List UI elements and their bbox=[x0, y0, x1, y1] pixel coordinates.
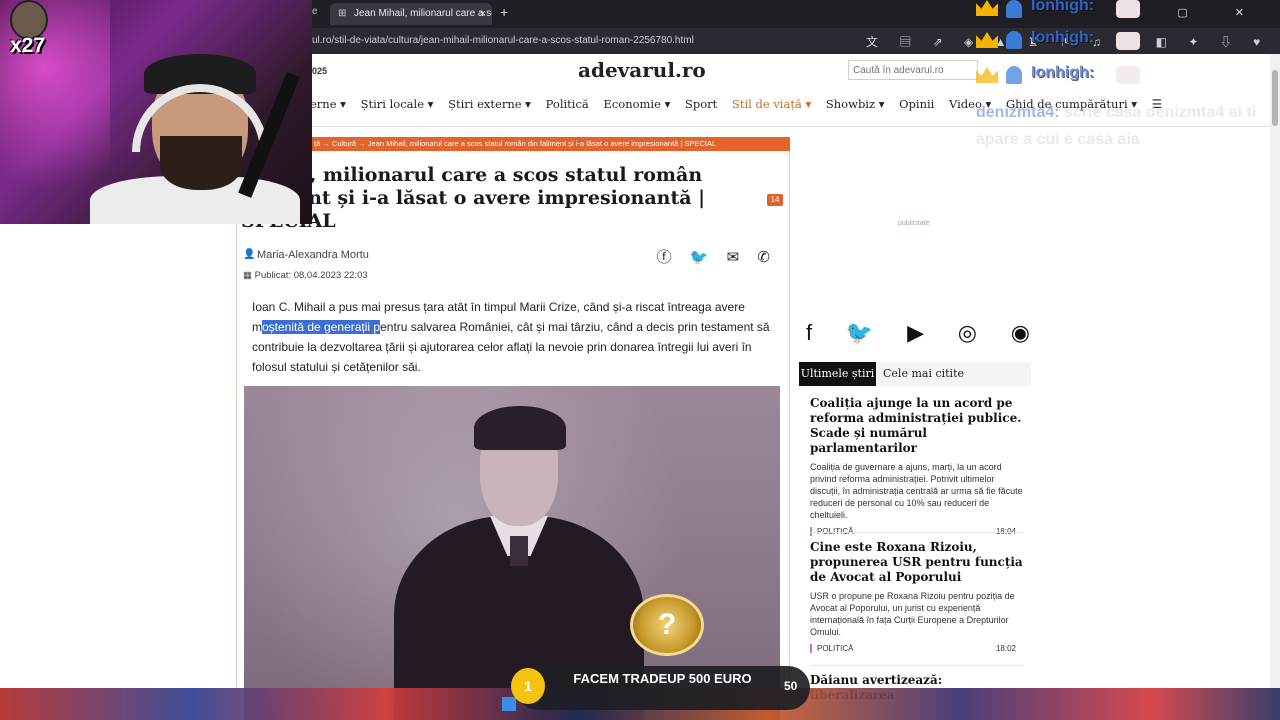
nav-item-economie[interactable]: Economie ▾ bbox=[603, 97, 670, 111]
news-description: Coaliția de guvernare a ajuns, marți, la… bbox=[810, 462, 1023, 520]
news-meta: POLITICĂ 18:02 bbox=[810, 644, 1024, 658]
news-item[interactable]: Cine este Roxana Rizoiu, propunerea USR … bbox=[810, 540, 1024, 658]
scrollbar-thumb[interactable] bbox=[1272, 70, 1278, 126]
nav-item-stil-de-viata[interactable]: Stil de viață ▾ bbox=[732, 97, 811, 111]
mystery-badge-icon: ? bbox=[630, 594, 704, 656]
cat-emote-icon bbox=[1116, 66, 1140, 84]
news-item[interactable]: Coaliția ajunge la un acord pe reforma a… bbox=[810, 396, 1024, 541]
url-field[interactable]: ul.ro/stil-de-viata/cultura/jean-mihail-… bbox=[312, 35, 694, 46]
para-line: Ioan C. Mihail a pus mai presus țara atâ… bbox=[252, 300, 745, 314]
site-logo[interactable]: adevarul.ro bbox=[578, 58, 706, 82]
window-controls[interactable]: — ▢ ✕ bbox=[1119, 6, 1266, 19]
para-line: folosul statului și cetățenilor săi. bbox=[252, 360, 421, 374]
facebook-icon[interactable]: f bbox=[806, 320, 812, 346]
nav-item-stiri-externe[interactable]: Știri externe ▾ bbox=[448, 97, 531, 111]
published-label: Publicat: bbox=[254, 270, 292, 281]
cat-emote-icon bbox=[1116, 0, 1140, 18]
chat-message-row: denizmta4: scrie casa denizmta4 ai ti ap… bbox=[976, 99, 1266, 153]
site-favicon-icon: ⊞ bbox=[338, 8, 347, 19]
breadcrumb[interactable]: ță → Cultură → Jean Mihail, milionarul c… bbox=[312, 137, 790, 151]
windows-start-icon[interactable] bbox=[502, 697, 516, 711]
headphones-icon bbox=[132, 84, 268, 152]
tab-most-read[interactable]: Cele mai citite bbox=[883, 362, 964, 386]
title-line: SPECIAL bbox=[241, 210, 761, 233]
news-title[interactable]: Coaliția ajunge la un acord pe reforma a… bbox=[810, 396, 1024, 456]
news-divider bbox=[810, 532, 1024, 533]
cat-emote-icon bbox=[1116, 32, 1140, 50]
ghost-icon bbox=[1006, 66, 1022, 84]
comment-count-badge[interactable]: 14 bbox=[767, 194, 783, 206]
nav-item-showbiz[interactable]: Showbiz ▾ bbox=[826, 97, 885, 111]
social-links: f 🐦 ▶ ◎ ◉ bbox=[806, 320, 1030, 346]
previous-tab-fragment[interactable]: e bbox=[312, 6, 318, 17]
tab-latest-news[interactable]: Ultimele știri bbox=[799, 362, 876, 386]
nav-item-politica[interactable]: Politică bbox=[546, 97, 589, 111]
tab-title: Jean Mihail, milionarul care a sc bbox=[354, 8, 492, 19]
header-date: 025 bbox=[312, 66, 328, 76]
published-date: 08.04.2023 22:03 bbox=[293, 270, 368, 281]
text-selection: oștenită de generații p bbox=[262, 320, 381, 334]
goal-text: FACEM TRADEUP 500 EURO bbox=[573, 671, 752, 686]
article-border-left bbox=[236, 137, 237, 720]
news-time: 18:02 bbox=[995, 644, 1016, 653]
active-tab[interactable]: ⊞ Jean Mihail, milionarul care a sc × bbox=[330, 3, 492, 25]
new-tab-button[interactable]: + bbox=[500, 4, 508, 20]
title-line: faliment și i-a lăsat o avere impresiona… bbox=[241, 187, 706, 209]
ghost-icon bbox=[1006, 0, 1022, 18]
photo-subject-tie bbox=[510, 536, 528, 566]
nav-item-stiri-locale[interactable]: Știri locale ▾ bbox=[361, 97, 434, 111]
streamer-webcam: x27 bbox=[0, 0, 312, 224]
title-line: Mihail, milionarul care a scos statul ro… bbox=[241, 164, 703, 186]
chat-username: Ionhigh: bbox=[1031, 64, 1095, 81]
share-icons[interactable]: ⓕ 🐦 ✉ ✆ bbox=[657, 246, 777, 267]
tab-close-icon[interactable]: × bbox=[480, 3, 486, 25]
photo-subject-hair bbox=[474, 406, 566, 450]
article-lead-paragraph: Ioan C. Mihail a pus mai presus țara atâ… bbox=[252, 297, 772, 377]
para-line: contribuie la dezvoltarea țării și ajuto… bbox=[252, 340, 752, 354]
news-title[interactable]: Cine este Roxana Rizoiu, propunerea USR … bbox=[810, 540, 1024, 585]
article-border-right bbox=[789, 137, 790, 720]
publish-info: ▦ Publicat: 08.04.2023 22:03 bbox=[243, 270, 368, 281]
search-input[interactable] bbox=[848, 60, 978, 80]
chat-username: denizmta4: bbox=[976, 104, 1060, 121]
page-scrollbar[interactable] bbox=[1270, 54, 1280, 720]
twitter-icon[interactable]: 🐦 bbox=[846, 320, 873, 346]
ad-label: publicitate bbox=[898, 220, 930, 227]
instagram-icon[interactable]: ◎ bbox=[958, 320, 977, 346]
article-title: Mihail, milionarul care a scos statul ro… bbox=[241, 164, 761, 233]
sidebar-tabs: Ultimele știri Cele mai citite bbox=[799, 362, 1031, 386]
news-meta: POLITICĂ 18:04 bbox=[810, 527, 1024, 541]
para-line: moștenită de generații pentru salvarea R… bbox=[252, 320, 770, 334]
goal-count: 50 bbox=[784, 679, 798, 693]
nav-item-opinii[interactable]: Opinii bbox=[899, 97, 934, 111]
nav-item-externe[interactable]: erne ▾ bbox=[310, 97, 346, 111]
person-icon: 👤 bbox=[243, 249, 256, 260]
author-name[interactable]: Maria-Alexandra Mortu bbox=[257, 249, 369, 261]
news-description: USR o propune pe Roxana Rizoiu pentru po… bbox=[810, 591, 1015, 637]
combo-counter: x27 bbox=[10, 34, 46, 57]
nav-item-sport[interactable]: Sport bbox=[685, 97, 717, 111]
news-category[interactable]: POLITICĂ bbox=[810, 644, 853, 653]
author-row: 👤 Maria-Alexandra Mortu ⓕ 🐦 ✉ ✆ bbox=[243, 246, 781, 266]
chat-username: Ionhigh: bbox=[1031, 29, 1095, 46]
news-divider bbox=[810, 665, 1024, 666]
chat-username: Ionhigh: bbox=[1031, 0, 1095, 14]
calendar-icon: ▦ bbox=[243, 270, 252, 281]
rss-icon[interactable]: ◉ bbox=[1011, 320, 1030, 346]
youtube-icon[interactable]: ▶ bbox=[907, 320, 924, 346]
goal-position-coin: 1 bbox=[511, 668, 545, 704]
ghost-icon bbox=[1006, 31, 1022, 49]
